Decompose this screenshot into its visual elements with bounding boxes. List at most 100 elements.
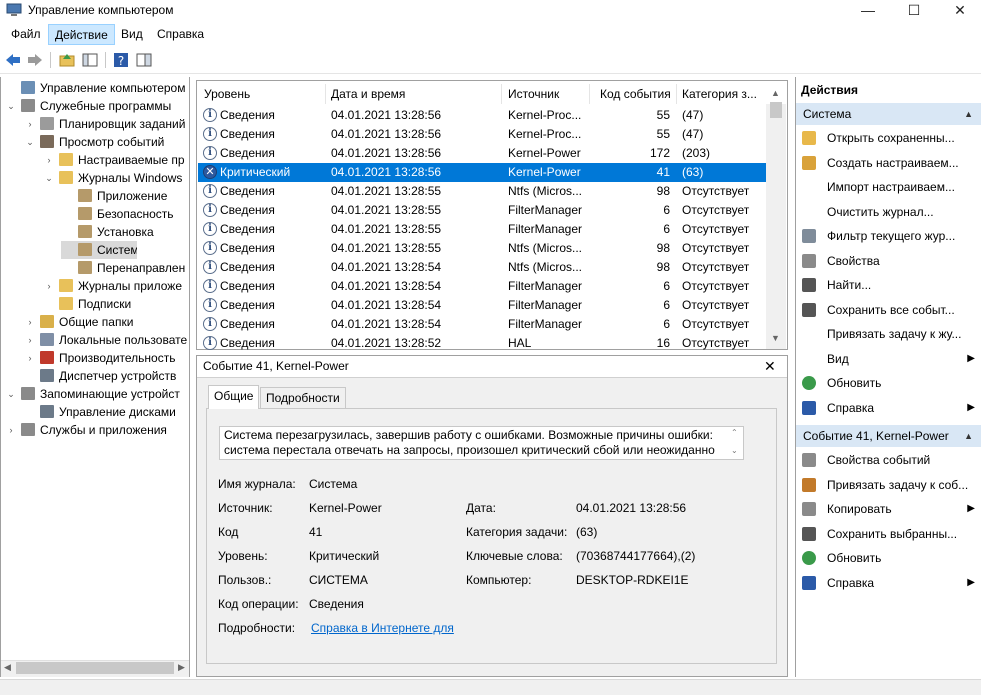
event-row[interactable]: ✕ Критический 04.01.2021 13:28:56 Kernel-Po…	[198, 163, 766, 182]
event-row[interactable]: i Сведения 04.01.2021 13:28:55 FilterManage…	[198, 220, 766, 239]
action-item[interactable]: Фильтр текущего жур...	[796, 224, 981, 248]
expand-chevron-icon[interactable]: ›	[44, 151, 54, 169]
menu-view[interactable]: Вид	[115, 24, 149, 45]
action-item[interactable]: Открыть сохраненны...	[796, 126, 981, 150]
tree-item[interactable]: ⌄ Служебные программы	[4, 97, 188, 115]
action-item[interactable]: Импорт настраиваем...	[796, 175, 981, 199]
menu-help[interactable]: Справка	[151, 24, 210, 45]
help-icon[interactable]: ?	[112, 51, 130, 69]
tree-item[interactable]: Установка	[61, 223, 188, 241]
action-item[interactable]: Свойства событий	[796, 448, 981, 472]
action-item[interactable]: Создать настраиваем...	[796, 151, 981, 175]
vertical-scroll-thumb[interactable]	[770, 102, 782, 118]
online-help-link[interactable]: Справка в Интернете для	[311, 621, 454, 635]
tree-item[interactable]: Приложение	[61, 187, 188, 205]
action-item[interactable]: Обновить	[796, 371, 981, 395]
tree-item[interactable]: › Общие папки	[23, 313, 188, 331]
tree-item[interactable]: ⌄ Запоминающие устройст	[4, 385, 188, 403]
close-button[interactable]: ✕	[937, 0, 981, 22]
close-icon[interactable]: ✕	[764, 358, 776, 375]
event-row[interactable]: i Сведения 04.01.2021 13:28:54 FilterManage…	[198, 277, 766, 296]
column-header-category[interactable]: Категория з...	[682, 84, 757, 104]
tree-item[interactable]: Подписки	[42, 295, 188, 313]
scroll-right-arrow-icon[interactable]: ▶	[178, 662, 185, 673]
event-row[interactable]: i Сведения 04.01.2021 13:28:54 FilterManage…	[198, 296, 766, 315]
action-item[interactable]: Свойства	[796, 249, 981, 273]
column-header-level[interactable]: Уровень	[204, 84, 250, 104]
event-row[interactable]: i Сведения 04.01.2021 13:28:56 Kernel-Power…	[198, 144, 766, 163]
message-scroll-up-icon[interactable]: ⌃	[731, 428, 738, 437]
tree-item[interactable]: › Настраиваемые пр	[42, 151, 188, 169]
vertical-scrollbar[interactable]	[766, 104, 786, 349]
scroll-left-arrow-icon[interactable]: ◀	[4, 662, 11, 673]
scroll-up-arrow-icon[interactable]: ▲	[771, 88, 780, 98]
tree-item[interactable]: Управление компьютером (л	[4, 79, 188, 97]
event-row[interactable]: i Сведения 04.01.2021 13:28:56 Kernel-Proc.…	[198, 106, 766, 125]
collapse-chevron-icon[interactable]: ⌄	[6, 97, 16, 115]
action-item[interactable]: Привязать задачу к жу...	[796, 322, 981, 346]
menu-action[interactable]: Действие	[48, 24, 115, 45]
collapse-chevron-icon[interactable]: ⌄	[44, 169, 54, 187]
action-item[interactable]: Найти...	[796, 273, 981, 297]
up-folder-icon[interactable]	[58, 51, 76, 69]
action-item[interactable]: Сохранить все событ...	[796, 298, 981, 322]
column-separator[interactable]	[501, 84, 502, 104]
action-item[interactable]: Справка ▶	[796, 571, 981, 595]
event-row[interactable]: i Сведения 04.01.2021 13:28:54 FilterManage…	[198, 315, 766, 334]
column-header-date[interactable]: Дата и время	[331, 84, 405, 104]
show-hide-action-pane-icon[interactable]	[135, 51, 153, 69]
action-item[interactable]: Сохранить выбранны...	[796, 522, 981, 546]
tree-item[interactable]: › Производительность	[23, 349, 188, 367]
tree-item[interactable]: › Журналы приложе	[42, 277, 188, 295]
action-item[interactable]: Очистить журнал...	[796, 200, 981, 224]
tab-details[interactable]: Подробности	[260, 387, 346, 408]
tree-item[interactable]: Управление дисками	[23, 403, 188, 421]
collapse-chevron-icon[interactable]: ⌄	[25, 133, 35, 151]
column-separator[interactable]	[676, 84, 677, 104]
tree-item[interactable]: ⌄ Журналы Windows	[42, 169, 188, 187]
column-separator[interactable]	[325, 84, 326, 104]
expand-chevron-icon[interactable]: ›	[25, 349, 35, 367]
event-row[interactable]: i Сведения 04.01.2021 13:28:56 Kernel-Proc.…	[198, 125, 766, 144]
actions-section-event[interactable]: Событие 41, Kernel-Power	[796, 425, 981, 447]
tree-item[interactable]: › Службы и приложения	[4, 421, 188, 439]
collapse-chevron-icon[interactable]: ⌄	[6, 385, 16, 403]
tree-item[interactable]: Перенаправлен	[61, 259, 188, 277]
action-item[interactable]: Справка ▶	[796, 396, 981, 420]
action-item[interactable]: Копировать ▶	[796, 497, 981, 521]
column-separator[interactable]	[589, 84, 590, 104]
event-row[interactable]: i Сведения 04.01.2021 13:28:55 Ntfs (Micros…	[198, 182, 766, 201]
tree-item[interactable]: › Планировщик заданий	[23, 115, 188, 133]
event-row[interactable]: i Сведения 04.01.2021 13:28:52 HAL 16 Отсутст…	[198, 334, 766, 353]
tree-item[interactable]: Безопасность	[61, 205, 188, 223]
column-header-source[interactable]: Источник	[508, 84, 559, 104]
event-category: (203)	[682, 146, 711, 160]
tree-item[interactable]: Диспетчер устройств	[23, 367, 188, 385]
expand-chevron-icon[interactable]: ›	[25, 331, 35, 349]
expand-chevron-icon[interactable]: ›	[25, 115, 35, 133]
tree-item[interactable]: Система	[61, 241, 137, 259]
event-row[interactable]: i Сведения 04.01.2021 13:28:54 Ntfs (Micros…	[198, 258, 766, 277]
action-item[interactable]: Обновить	[796, 546, 981, 570]
message-scroll-down-icon[interactable]: ⌄	[731, 446, 738, 455]
maximize-button[interactable]: ☐	[891, 0, 937, 22]
expand-chevron-icon[interactable]: ›	[44, 277, 54, 295]
event-row[interactable]: i Сведения 04.01.2021 13:28:55 FilterManage…	[198, 201, 766, 220]
column-header-event-code[interactable]: Код события	[600, 84, 671, 104]
expand-chevron-icon[interactable]: ›	[6, 421, 16, 439]
tree-item[interactable]: › Локальные пользовате	[23, 331, 188, 349]
show-hide-console-tree-icon[interactable]	[81, 51, 99, 69]
action-item[interactable]: Вид ▶	[796, 347, 981, 371]
back-arrow-icon[interactable]	[4, 51, 22, 69]
menu-file[interactable]: Файл	[5, 24, 47, 45]
forward-arrow-icon[interactable]	[26, 51, 44, 69]
action-item[interactable]: Привязать задачу к соб...	[796, 473, 981, 497]
tree-item[interactable]: ⌄ Просмотр событий	[23, 133, 188, 151]
tab-general[interactable]: Общие	[208, 385, 260, 409]
event-row[interactable]: i Сведения 04.01.2021 13:28:55 Ntfs (Micros…	[198, 239, 766, 258]
horizontal-scroll-thumb[interactable]	[16, 662, 174, 674]
expand-chevron-icon[interactable]: ›	[25, 313, 35, 331]
scroll-down-arrow-icon[interactable]: ▼	[771, 333, 780, 343]
actions-section-system[interactable]: Система	[796, 103, 981, 125]
minimize-button[interactable]: —	[845, 0, 891, 22]
